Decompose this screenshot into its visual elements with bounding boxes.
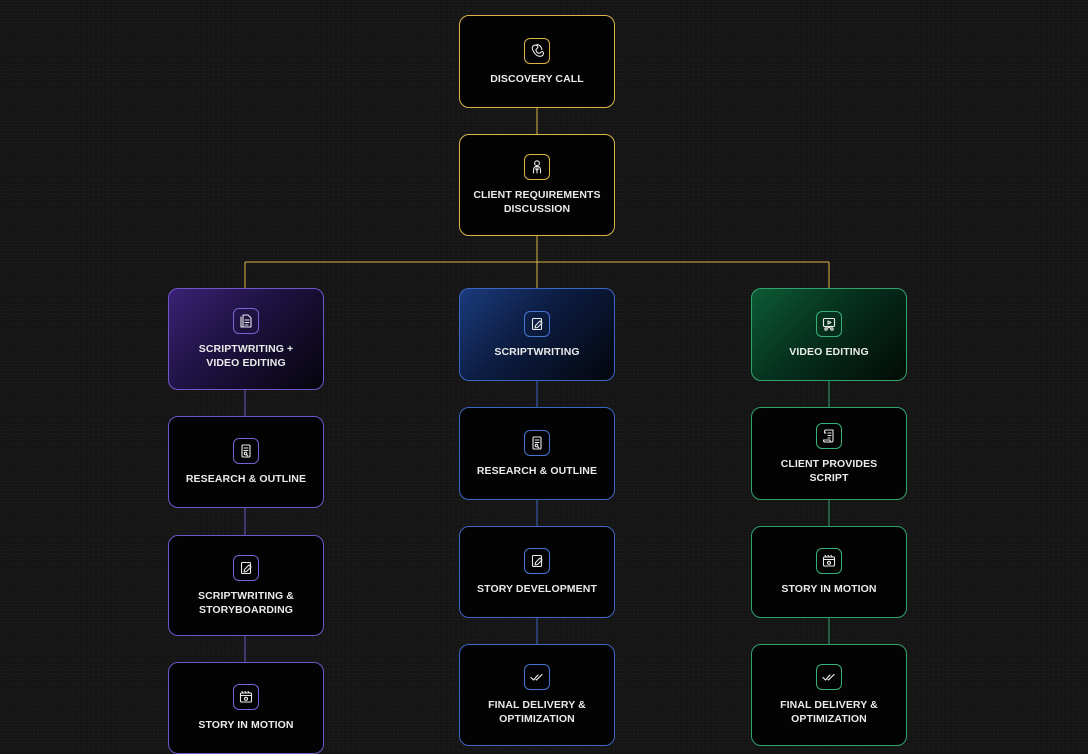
node-label: CLIENT PROVIDES SCRIPT (780, 457, 878, 484)
node-scriptwriting-video-editing: SCRIPTWRITING + VIDEO EDITING (168, 288, 324, 390)
node-research-outline-center: RESEARCH & OUTLINE (459, 407, 615, 500)
document-icon (233, 308, 259, 334)
node-final-delivery-right: FINAL DELIVERY & OPTIMIZATION (751, 644, 907, 746)
node-label: SCRIPTWRITING + VIDEO EDITING (198, 343, 294, 369)
node-label: STORY IN MOTION (781, 583, 877, 595)
checkmark-icon (816, 664, 842, 690)
node-label: CLIENT REQUIREMENTS DISCUSSION (473, 189, 601, 215)
node-label: STORY IN MOTION (198, 719, 294, 731)
node-video-editing: VIDEO EDITING (751, 288, 907, 381)
node-discovery-call: DISCOVERY CALL (459, 15, 615, 108)
node-label: RESEARCH & OUTLINE (476, 464, 598, 477)
edit-icon (524, 548, 550, 574)
film-icon (233, 684, 259, 710)
node-label: FINAL DELIVERY & OPTIMIZATION (780, 699, 878, 725)
node-client-requirements: CLIENT REQUIREMENTS DISCUSSION (459, 134, 615, 236)
checkmark-icon (524, 664, 550, 690)
edit-icon (233, 554, 259, 581)
node-label: STORY DEVELOPMENT (477, 583, 597, 595)
node-story-in-motion-left: STORY IN MOTION (168, 662, 324, 754)
node-label: DISCOVERY CALL (490, 72, 584, 85)
node-story-development: STORY DEVELOPMENT (459, 526, 615, 618)
people-icon (524, 154, 550, 180)
node-scriptwriting-storyboarding: SCRIPTWRITING & STORYBOARDING (168, 535, 324, 636)
node-label: FINAL DELIVERY & OPTIMIZATION (488, 699, 586, 725)
file-icon (233, 438, 259, 464)
node-client-provides-script: CLIENT PROVIDES SCRIPT (751, 407, 907, 500)
node-final-delivery-center: FINAL DELIVERY & OPTIMIZATION (459, 644, 615, 746)
node-scriptwriting: SCRIPTWRITING (459, 288, 615, 381)
node-label: VIDEO EDITING (789, 345, 869, 358)
node-label: SCRIPTWRITING (494, 345, 580, 358)
node-label: RESEARCH & OUTLINE (185, 473, 307, 485)
file-icon (524, 429, 550, 456)
node-label: SCRIPTWRITING & STORYBOARDING (198, 589, 294, 616)
film-icon (816, 548, 842, 574)
node-research-outline-left: RESEARCH & OUTLINE (168, 416, 324, 508)
phone-icon (524, 37, 550, 64)
scroll-icon (816, 422, 842, 449)
node-story-in-motion-right: STORY IN MOTION (751, 526, 907, 618)
video-edit-icon (816, 310, 842, 337)
edit-icon (524, 310, 550, 337)
